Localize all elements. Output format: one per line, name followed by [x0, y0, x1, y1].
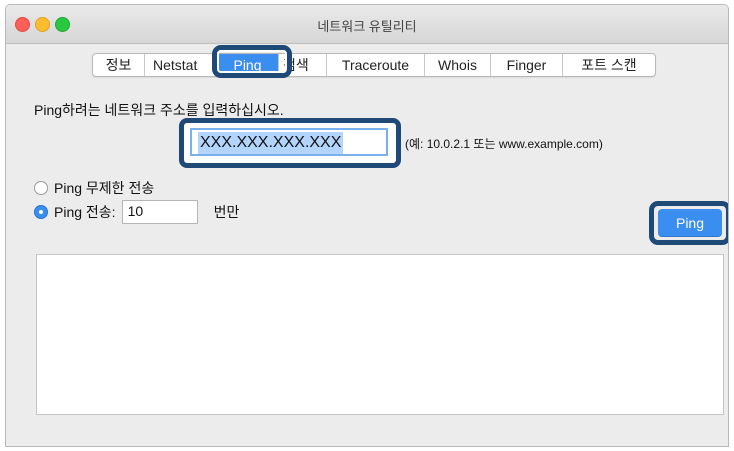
unlimited-label: Ping 무제한 전송 [54, 180, 155, 196]
tab-netstat[interactable]: Netstat [145, 54, 217, 76]
limited-option[interactable]: Ping 전송: 10 번만 [34, 200, 239, 224]
ping-button-callout: Ping [649, 201, 728, 245]
ping-count-suffix: 번만 [213, 204, 240, 220]
address-input-value: XXX.XXX.XXX.XXX [198, 132, 344, 154]
limited-label: Ping 전송: [54, 204, 116, 220]
tab-whois[interactable]: Whois [425, 54, 491, 76]
ping-count-field[interactable]: 10 [121, 200, 198, 224]
limited-radio[interactable] [34, 205, 48, 219]
tab-traceroute[interactable]: Traceroute [327, 54, 425, 76]
address-example-hint: (예: 10.0.2.1 또는 www.example.com) [405, 137, 603, 151]
address-prompt: Ping하려는 네트워크 주소를 입력하십시오. [34, 102, 284, 118]
tab-port-scan[interactable]: 포트 스캔 [563, 54, 655, 76]
ping-output-area [36, 254, 724, 415]
ping-button[interactable]: Ping [658, 209, 722, 237]
ping-tab-callout [212, 45, 292, 78]
window-title: 네트워크 유틸리티 [317, 19, 417, 34]
tab-bar: 정보 Netstat Ping 검색 Traceroute Whois Fing… [92, 53, 656, 77]
network-utility-window: 네트워크 유틸리티 정보 Netstat Ping 검색 Traceroute … [5, 4, 729, 447]
unlimited-radio[interactable] [34, 181, 48, 195]
tab-info[interactable]: 정보 [93, 54, 145, 76]
address-input[interactable]: XXX.XXX.XXX.XXX [190, 128, 388, 156]
address-field-callout: XXX.XXX.XXX.XXX [179, 118, 401, 168]
unlimited-option[interactable]: Ping 무제한 전송 [34, 178, 154, 198]
title-bar: 네트워크 유틸리티 [6, 5, 728, 44]
tab-finger[interactable]: Finger [491, 54, 563, 76]
